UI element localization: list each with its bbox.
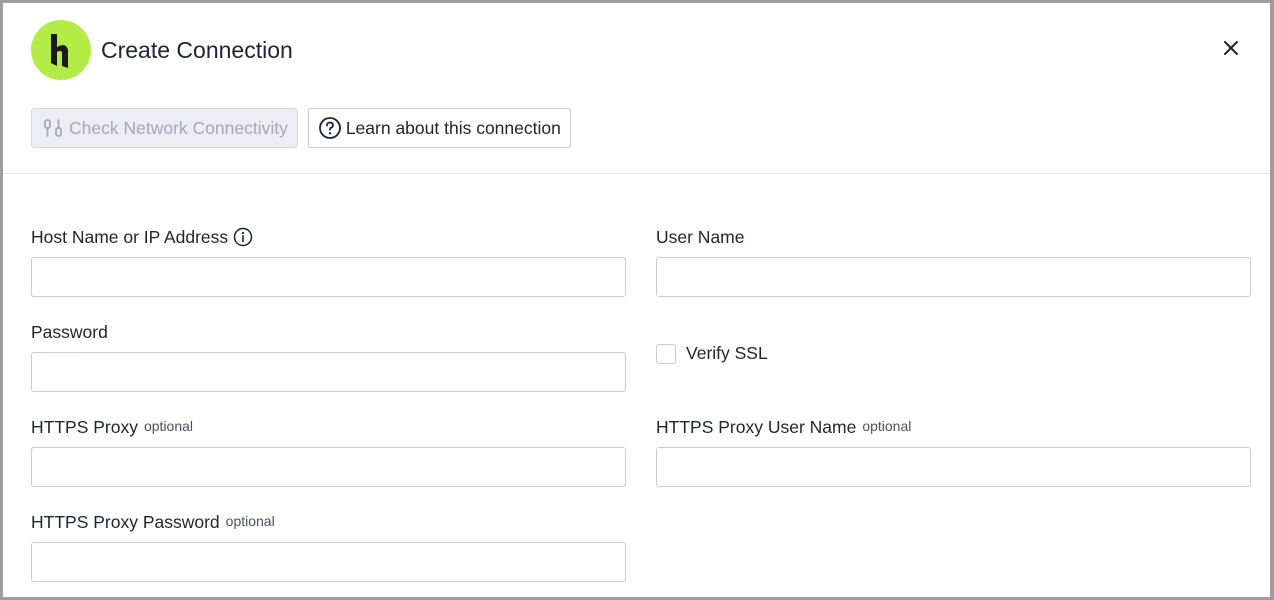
optional-tag: optional	[225, 513, 275, 529]
verify-ssl-row: Verify SSL	[656, 343, 768, 364]
optional-tag: optional	[862, 418, 912, 434]
https-proxy-password-field: HTTPS Proxy Password optional	[31, 510, 626, 582]
network-connectivity-icon	[41, 116, 65, 140]
username-input[interactable]	[656, 257, 1251, 297]
learn-about-connection-button[interactable]: Learn about this connection	[307, 108, 571, 148]
connector-logo-icon	[51, 34, 68, 68]
username-label: User Name	[656, 226, 745, 247]
optional-tag: optional	[143, 418, 194, 434]
verify-ssl-checkbox[interactable]	[656, 343, 676, 364]
check-network-connectivity-button[interactable]: Check Network Connectivity	[31, 108, 298, 148]
close-icon	[1224, 41, 1238, 55]
host-label-text: Host Name or IP Address	[31, 226, 229, 247]
password-input[interactable]	[31, 352, 626, 392]
connector-logo	[31, 20, 91, 80]
https-proxy-label: HTTPS Proxy optional	[31, 415, 626, 439]
host-label: Host Name or IP Address	[31, 225, 626, 249]
header-divider	[3, 173, 1270, 174]
info-icon[interactable]	[232, 226, 254, 248]
https-proxy-label-text: HTTPS Proxy	[31, 416, 138, 437]
https-proxy-username-field: HTTPS Proxy User Name optional	[656, 415, 1251, 487]
https-proxy-field: HTTPS Proxy optional	[31, 415, 626, 487]
https-proxy-input[interactable]	[31, 447, 626, 487]
password-label: Password	[31, 321, 108, 342]
verify-ssl-label: Verify SSL	[686, 343, 768, 363]
password-field: Password	[31, 320, 626, 392]
host-field: Host Name or IP Address	[31, 225, 626, 297]
https-proxy-username-input[interactable]	[656, 447, 1251, 487]
learn-about-connection-label: Learn about this connection	[345, 117, 561, 138]
username-field: User Name	[656, 225, 1251, 297]
https-proxy-password-label: HTTPS Proxy Password optional	[31, 510, 626, 534]
dialog-title: Create Connection	[101, 36, 293, 63]
check-network-connectivity-label: Check Network Connectivity	[69, 117, 288, 138]
https-proxy-password-input[interactable]	[31, 542, 626, 582]
dialog-header: Create Connection	[31, 19, 293, 81]
https-proxy-password-label-text: HTTPS Proxy Password	[31, 511, 220, 532]
host-input[interactable]	[31, 257, 626, 297]
https-proxy-username-label-text: HTTPS Proxy User Name	[656, 416, 857, 437]
create-connection-dialog: Create Connection Check Network Connecti…	[3, 3, 1270, 597]
https-proxy-username-label: HTTPS Proxy User Name optional	[656, 415, 1251, 439]
toolbar: Check Network Connectivity Learn about t…	[31, 108, 571, 148]
help-circle-icon	[318, 116, 342, 140]
close-button[interactable]	[1219, 36, 1243, 60]
